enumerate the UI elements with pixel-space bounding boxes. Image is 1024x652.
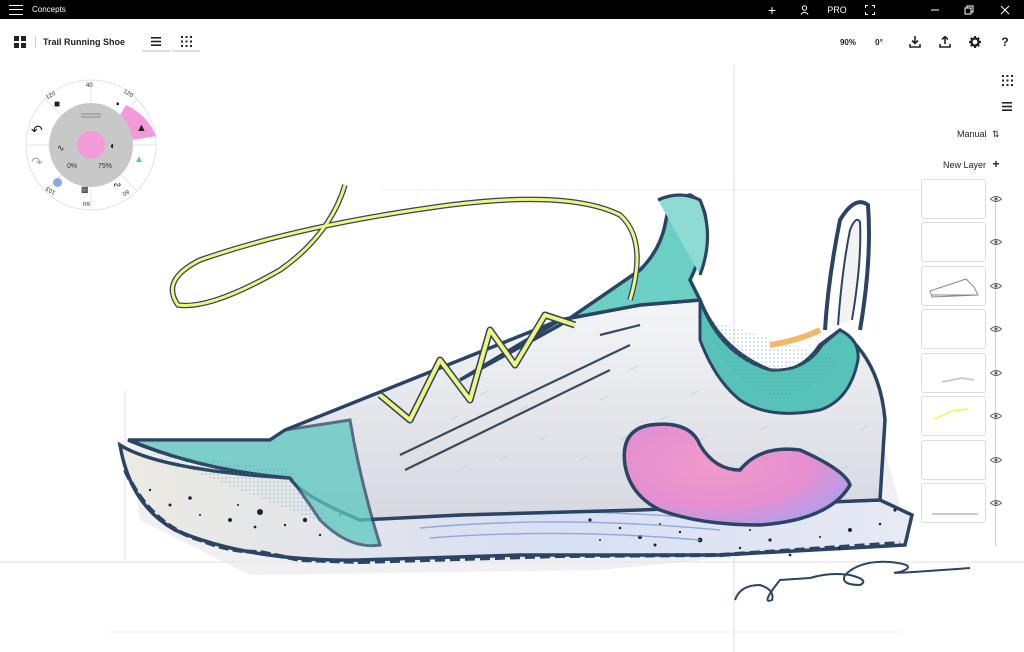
layer-thumbnail[interactable] (921, 483, 986, 523)
drawing-canvas[interactable]: 40 120 120 103 60 60 0% 75% ↶ ↷ ∿ ◐ ■ ▪ … (0, 61, 1024, 652)
eye-icon[interactable] (990, 499, 1002, 507)
help-icon[interactable]: ? (996, 34, 1014, 50)
layer-thumbnail[interactable] (921, 440, 986, 480)
layers-menu-icon[interactable] (1000, 99, 1014, 113)
toolbar-divider (35, 36, 36, 48)
eye-icon[interactable] (990, 238, 1002, 246)
layer-sort-mode[interactable]: Manual ⇅ (957, 129, 1000, 140)
close-icon[interactable] (986, 0, 1024, 19)
minimize-icon[interactable] (918, 0, 952, 19)
color-swatch-icon[interactable] (53, 178, 62, 187)
rotation-level[interactable]: 0° (866, 35, 892, 49)
brush-tool-icon[interactable]: ■ (54, 99, 60, 110)
eye-icon[interactable] (990, 325, 1002, 333)
active-tool-icon[interactable]: ▲ (136, 122, 147, 134)
pencil-tool-icon[interactable]: ▪ (116, 99, 120, 110)
eye-icon[interactable] (990, 456, 1002, 464)
layer-thumbnail[interactable] (921, 179, 986, 219)
eye-icon[interactable] (990, 282, 1002, 290)
grid-dots-icon[interactable] (172, 32, 200, 52)
hamburger-menu-icon[interactable] (9, 4, 23, 15)
stroke-icon[interactable]: ∿ (57, 143, 65, 154)
radial-top-size[interactable]: 40 (86, 83, 93, 89)
app-title: Concepts (32, 5, 66, 14)
palette-grid-icon[interactable] (1000, 73, 1014, 87)
layer-thumbnail[interactable] (921, 309, 986, 349)
plus-icon: + (992, 157, 1000, 171)
contrast-icon[interactable]: ◐ (110, 141, 116, 152)
opacity-value[interactable]: 0% (67, 163, 77, 170)
add-icon[interactable]: + (756, 0, 788, 19)
layer-thumbnail[interactable] (921, 396, 986, 436)
account-icon[interactable] (788, 0, 820, 19)
title-bar: Concepts + PRO (0, 0, 1024, 19)
new-layer-label: New Layer (943, 160, 987, 170)
eye-icon[interactable] (990, 369, 1002, 377)
layer-thumbnail[interactable] (921, 266, 986, 306)
radial-tool-wheel[interactable]: 40 120 120 103 60 60 0% 75% ↶ ↷ ∿ ◐ ■ ▪ … (25, 79, 157, 211)
layer-sort-label: Manual (957, 129, 987, 139)
gallery-icon[interactable] (13, 35, 27, 49)
radial-bottom-size[interactable]: 60 (83, 200, 90, 206)
smoothing-value[interactable]: 75% (98, 163, 112, 170)
import-icon[interactable] (906, 34, 924, 50)
marker-tool-icon[interactable]: ▲ (134, 154, 144, 165)
document-title[interactable]: Trail Running Shoe (43, 36, 125, 48)
fullscreen-icon[interactable] (854, 0, 886, 19)
undo-icon[interactable]: ↶ (31, 122, 43, 139)
layer-thumbnail[interactable] (921, 222, 986, 262)
layers-list-icon[interactable] (142, 32, 170, 52)
new-layer-button[interactable]: New Layer + (943, 157, 1000, 171)
eye-icon[interactable] (990, 412, 1002, 420)
settings-gear-icon[interactable] (966, 34, 984, 50)
toolbar: Trail Running Shoe 90% 0° ? (0, 19, 1024, 61)
sort-arrows-icon: ⇅ (992, 129, 1000, 139)
pro-button[interactable]: PRO (820, 0, 854, 19)
restore-icon[interactable] (952, 0, 986, 19)
concepts-app: Concepts + PRO Trail Running Shoe 90% 0°… (0, 0, 1024, 652)
eye-icon[interactable] (990, 195, 1002, 203)
export-icon[interactable] (936, 34, 954, 50)
curve-tool-icon[interactable]: ∾ (113, 180, 121, 191)
layer-thumbnail[interactable] (921, 353, 986, 393)
redo-icon[interactable]: ↷ (31, 154, 43, 171)
zoom-level[interactable]: 90% (834, 35, 862, 49)
eraser-tool-icon[interactable]: ▩ (81, 185, 89, 194)
